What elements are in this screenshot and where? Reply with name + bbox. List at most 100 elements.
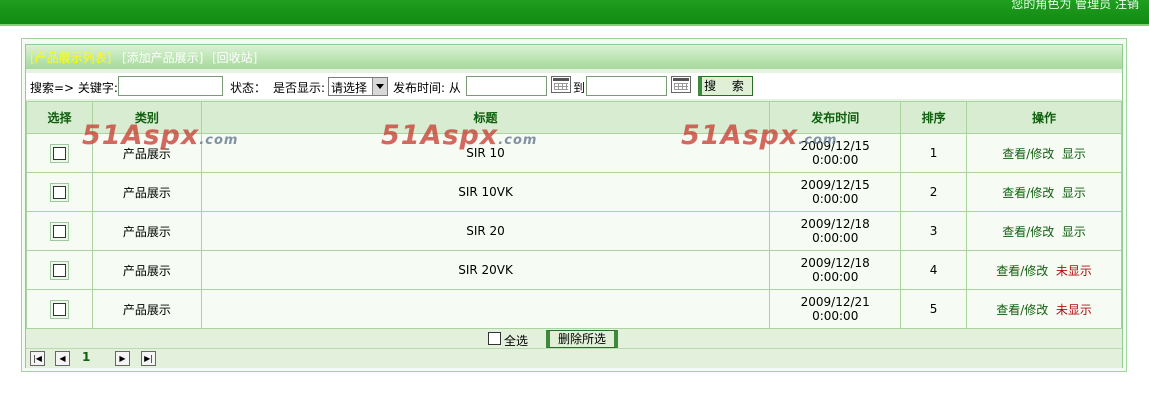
category-cell: 产品展示 [91,289,202,329]
table-row: 产品展示 SIR 10VK 2009/12/15 0:00:00 2 查看/修改 … [26,172,1122,212]
watermark-logo: 51Aspx.com [681,120,837,151]
select-cell [26,172,93,212]
prev-page-icon[interactable]: ◀ [55,351,70,366]
first-page-icon[interactable]: |◀ [30,351,45,366]
row-checkbox-frame [49,260,69,280]
next-page-icon[interactable]: ▶ [115,351,130,366]
date-value: 2009/12/21 [800,295,870,309]
watermark-logo: 51Aspx.com [82,120,238,151]
title-cell: SIR 10VK [200,172,771,212]
table-row: 产品展示 2009/12/21 0:00:00 5 查看/修改 未显示 [26,289,1122,329]
date-value: 2009/12/18 [800,217,870,231]
keyword-label: 搜索=> 关键字: [30,81,118,95]
order-cell: 1 [900,133,968,173]
pagination-bar: |◀ ◀ 1 ▶ ▶| [26,348,1122,368]
row-checkbox-frame [49,182,69,202]
row-checkbox-frame [49,299,69,319]
select-cell [26,289,93,329]
tab-bar: [产品展示列表] [添加产品展示] [回收站] [26,45,1122,69]
actions-cell: 查看/修改 显示 [966,172,1122,212]
col-actions: 操作 [966,101,1122,134]
time-value: 0:00:00 [812,153,859,167]
category-cell: 产品展示 [91,211,202,251]
order-cell: 2 [900,172,968,212]
watermark-suffix: .com [498,133,538,148]
main-panel: [产品展示列表] [添加产品展示] [回收站] 搜索=> 关键字: 状态： 是否… [21,38,1127,372]
status-link[interactable]: 显示 [1062,186,1086,200]
category-cell: 产品展示 [91,172,202,212]
date-cell: 2009/12/21 0:00:00 [769,289,902,329]
status-link[interactable]: 显示 [1062,147,1086,161]
watermark-logo: 51Aspx.com [381,120,537,151]
row-checkbox[interactable] [52,224,66,238]
to-label: 到 [573,81,586,95]
current-page: 1 [82,350,91,364]
actions-cell: 查看/修改 未显示 [966,250,1122,290]
row-checkbox-frame [49,143,69,163]
status-link[interactable]: 未显示 [1056,264,1092,278]
top-bar: 您的角色为 管理员 注销 [0,0,1149,26]
time-value: 0:00:00 [812,231,859,245]
row-checkbox[interactable] [52,302,66,316]
order-cell: 4 [900,250,968,290]
bulk-action-bar: 全选 删除所选 [26,328,1122,348]
watermark-text: 51Aspx [82,120,200,151]
category-cell: 产品展示 [91,250,202,290]
display-label: 是否显示: [273,81,326,95]
select-all-checkbox[interactable] [488,332,501,345]
actions-cell: 查看/修改 显示 [966,211,1122,251]
status-link[interactable]: 未显示 [1056,303,1092,317]
status-label: 状态： [230,81,267,95]
title-cell: SIR 20VK [200,250,771,290]
delete-selected-button[interactable]: 删除所选 [546,330,618,348]
time-value: 0:00:00 [812,309,859,323]
title-cell [200,289,771,329]
select-all-label: 全选 [504,334,529,348]
keyword-input[interactable] [118,76,223,96]
display-select[interactable]: 请选择 [328,77,388,96]
edit-link[interactable]: 查看/修改 [1002,147,1054,161]
row-checkbox[interactable] [52,146,66,160]
edit-link[interactable]: 查看/修改 [1002,186,1054,200]
search-button-label: 搜 索 [704,79,750,93]
date-to-input[interactable] [586,76,667,96]
user-info: 您的角色为 管理员 注销 [1011,0,1139,11]
row-checkbox[interactable] [52,185,66,199]
date-from-input[interactable] [466,76,547,96]
calendar-from-icon[interactable] [551,76,571,93]
time-value: 0:00:00 [812,192,859,206]
date-cell: 2009/12/18 0:00:00 [769,211,902,251]
tab-product-list[interactable]: [产品展示列表] [30,49,111,66]
select-cell [26,250,93,290]
order-cell: 5 [900,289,968,329]
watermark-suffix: .com [798,133,838,148]
last-page-icon[interactable]: ▶| [141,351,156,366]
table-row: 产品展示 SIR 20VK 2009/12/18 0:00:00 4 查看/修改 … [26,250,1122,290]
title-cell: SIR 20 [200,211,771,251]
calendar-to-icon[interactable] [671,76,691,93]
tab-recycle-bin[interactable]: [回收站] [212,49,257,66]
tab-add-product[interactable]: [添加产品展示] [122,49,203,66]
col-order: 排序 [900,101,968,134]
date-value: 2009/12/15 [800,178,870,192]
date-cell: 2009/12/15 0:00:00 [769,172,902,212]
dropdown-arrow-icon[interactable] [372,78,387,95]
date-value: 2009/12/18 [800,256,870,270]
edit-link[interactable]: 查看/修改 [996,303,1048,317]
content-area: [产品展示列表] [添加产品展示] [回收站] 搜索=> 关键字: 状态： 是否… [25,44,1123,368]
actions-cell: 查看/修改 未显示 [966,289,1122,329]
date-cell: 2009/12/18 0:00:00 [769,250,902,290]
display-select-value: 请选择 [331,81,368,95]
row-checkbox[interactable] [52,263,66,277]
watermark-text: 51Aspx [381,120,499,151]
edit-link[interactable]: 查看/修改 [1002,225,1054,239]
delete-selected-label: 删除所选 [557,332,606,346]
status-link[interactable]: 显示 [1062,225,1086,239]
table-row: 产品展示 SIR 20 2009/12/18 0:00:00 3 查看/修改 显示 [26,211,1122,251]
watermark-text: 51Aspx [681,120,799,151]
time-label: 发布时间: 从 [393,81,461,95]
search-bar: 搜索=> 关键字: 状态： 是否显示: 请选择 发布时间: 从 到 搜 索 [26,73,1122,99]
time-value: 0:00:00 [812,270,859,284]
search-button[interactable]: 搜 索 [698,76,753,96]
edit-link[interactable]: 查看/修改 [996,264,1048,278]
